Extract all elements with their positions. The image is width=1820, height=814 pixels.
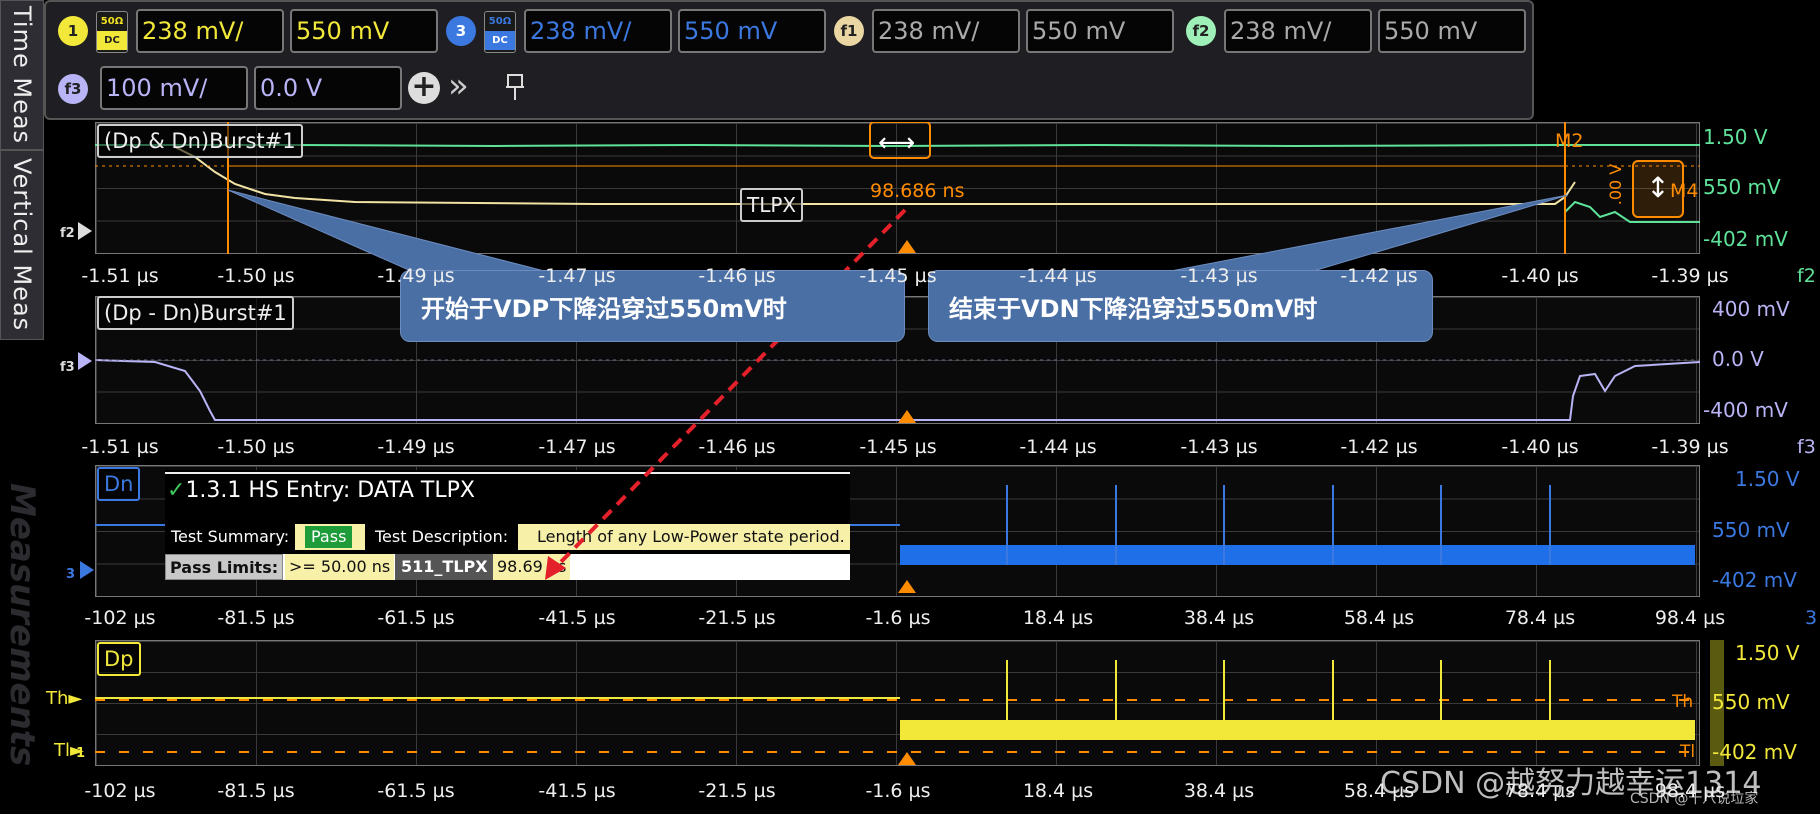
x-tick-label: -21.5 µs <box>698 607 776 629</box>
x-tick-label: -1.45 µs <box>859 265 937 287</box>
x-tick-label: -1.50 µs <box>217 436 295 458</box>
x-tick-label: -1.43 µs <box>1180 436 1258 458</box>
x-tick-label: -1.6 µs <box>865 607 931 629</box>
x-tick-label: -1.39 µs <box>1651 436 1729 458</box>
x-tick-label: -1.39 µs <box>1651 265 1729 287</box>
x-tick-label: -1.49 µs <box>377 436 455 458</box>
x-tick-label: -81.5 µs <box>217 780 295 802</box>
x-tick-label: -1.40 µs <box>1501 436 1579 458</box>
callout-pointers <box>227 189 1569 580</box>
x-tick-label: -1.44 µs <box>1019 436 1097 458</box>
x-tick-label: 58.4 µs <box>1343 780 1415 802</box>
x-tick-label: -1.44 µs <box>1019 265 1097 287</box>
x-tick-label: -1.43 µs <box>1180 265 1258 287</box>
x-tick-label: -1.42 µs <box>1340 265 1418 287</box>
red-dashed-arrow <box>553 208 907 570</box>
x-tick-label: 98.4 µs <box>1654 607 1726 629</box>
callout-start-pointer <box>227 189 561 276</box>
x-tick-label: 38.4 µs <box>1183 780 1255 802</box>
x-tick-label: -1.46 µs <box>698 436 776 458</box>
x-tick-label: -1.47 µs <box>538 436 616 458</box>
x-tick-label: -1.51 µs <box>81 436 159 458</box>
x-tick-label: -1.50 µs <box>217 265 295 287</box>
x-tick-label: 38.4 µs <box>1183 607 1255 629</box>
x-tick-label: -1.40 µs <box>1501 265 1579 287</box>
x-tick-label: -1.45 µs <box>859 436 937 458</box>
x-tick-label: -102 µs <box>84 607 156 629</box>
x-tick-label: 98.4 µs <box>1654 780 1726 802</box>
x-tick-label: -61.5 µs <box>377 607 455 629</box>
callout-end-pointer <box>1149 194 1569 276</box>
x-tick-label: -1.6 µs <box>865 780 931 802</box>
x-tick-label: -1.51 µs <box>81 265 159 287</box>
x-tick-label: 18.4 µs <box>1022 607 1094 629</box>
x-tick-label: -1.49 µs <box>377 265 455 287</box>
x-tick-label: -81.5 µs <box>217 607 295 629</box>
x-tick-label: -21.5 µs <box>698 780 776 802</box>
x-tick-label: 58.4 µs <box>1343 607 1415 629</box>
x-tick-label: -61.5 µs <box>377 780 455 802</box>
x-tick-label: 78.4 µs <box>1504 780 1576 802</box>
x-tick-label: 18.4 µs <box>1022 780 1094 802</box>
x-tick-label: -102 µs <box>84 780 156 802</box>
x-tick-label: -1.47 µs <box>538 265 616 287</box>
x-tick-label: -1.42 µs <box>1340 436 1418 458</box>
x-tick-label: -1.46 µs <box>698 265 776 287</box>
callout-start: 开始于VDP下降沿穿过550mV时 <box>400 270 905 342</box>
x-tick-label: -41.5 µs <box>538 780 616 802</box>
x-tick-label: 78.4 µs <box>1504 607 1576 629</box>
x-tick-label: -41.5 µs <box>538 607 616 629</box>
